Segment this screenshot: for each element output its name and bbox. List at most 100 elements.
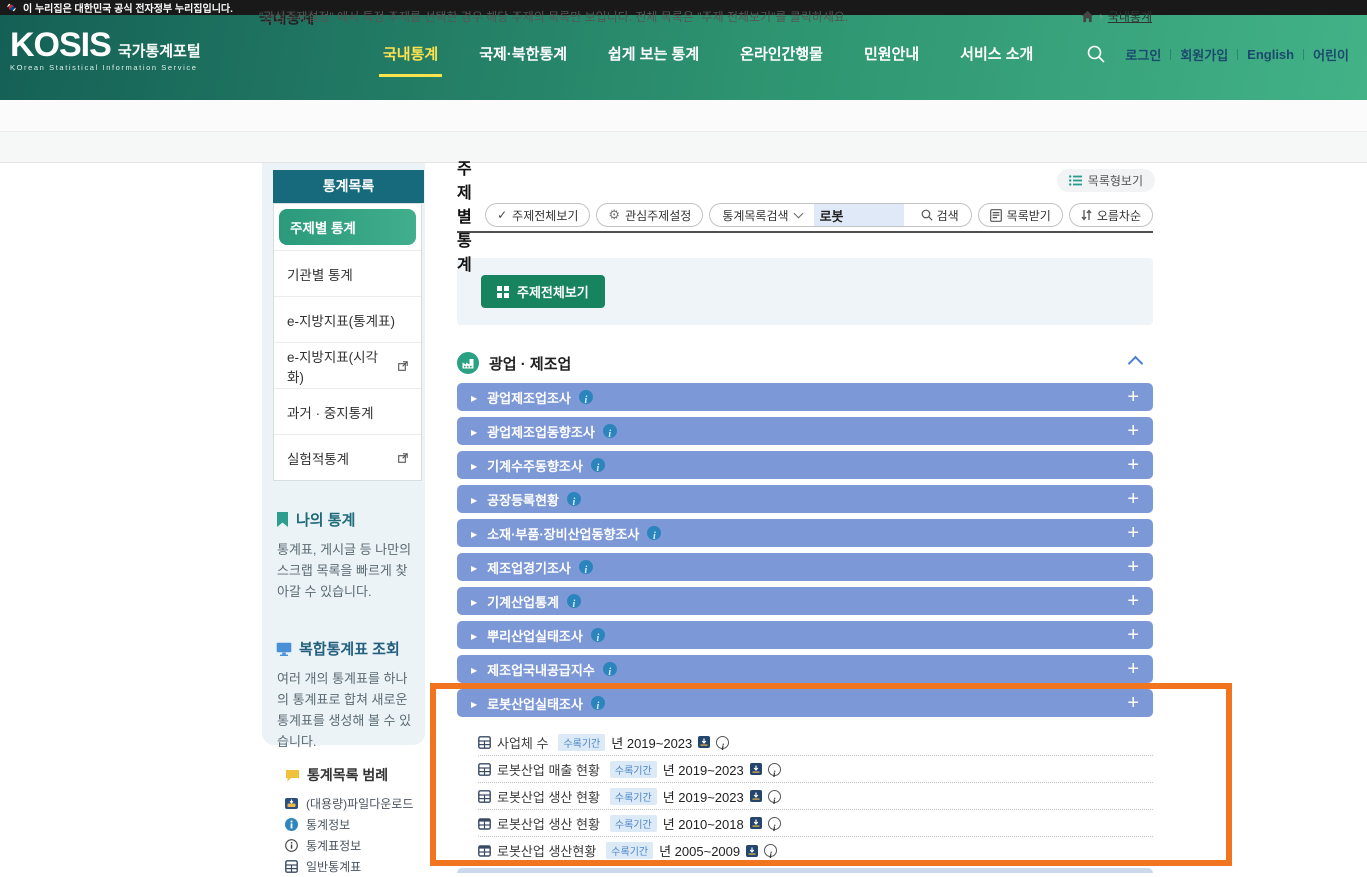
plus-icon[interactable] <box>1127 693 1139 714</box>
sidebar-item-label: 실험적통계 <box>287 448 349 468</box>
info-icon[interactable] <box>603 424 617 438</box>
survey-bar[interactable]: 기계수주동향조사 <box>457 451 1153 479</box>
nav-item-domestic[interactable]: 국내통계 <box>383 43 438 64</box>
period-value: 년 2019~2023 <box>611 733 692 752</box>
sidebar-item-by-agency[interactable]: 기관별 통계 <box>274 250 421 296</box>
legend-title-row: 통계목록 범례 <box>285 765 435 785</box>
external-link-icon <box>398 361 408 371</box>
plus-icon[interactable] <box>1127 625 1139 646</box>
breadcrumb-separator: › <box>1099 11 1102 22</box>
info-icon[interactable] <box>579 560 593 574</box>
list-view-button[interactable]: 목록형보기 <box>1057 169 1155 192</box>
nav-item-international[interactable]: 국제·북한통계 <box>479 43 567 64</box>
sidebar-item-experimental[interactable]: 실험적통계 <box>274 434 421 480</box>
nav-item-publications[interactable]: 온라인간행물 <box>740 43 823 64</box>
survey-bar[interactable]: 기계산업통계 <box>457 587 1153 615</box>
info-icon[interactable] <box>591 628 605 642</box>
kids-link[interactable]: 어린이 <box>1313 45 1349 64</box>
sidebar-item-elocal-table[interactable]: e-지방지표(통계표) <box>274 296 421 342</box>
info-icon[interactable] <box>579 390 593 404</box>
my-stats-title: 나의 통계 <box>296 509 355 530</box>
nav-item-about[interactable]: 서비스 소개 <box>960 43 1033 64</box>
search-button[interactable]: 검색 <box>909 207 971 224</box>
divider <box>1303 49 1304 60</box>
file-download-icon[interactable] <box>698 736 710 748</box>
page-title-strip <box>0 100 1367 132</box>
expand-triangle-icon <box>471 524 477 542</box>
plus-icon[interactable] <box>1127 659 1139 680</box>
survey-bar[interactable]: 광업제조업동향조사 <box>457 417 1153 445</box>
info-outline-icon[interactable] <box>716 736 729 749</box>
breadcrumb-current[interactable]: 국내통계 <box>1108 8 1152 25</box>
view-all-themes-button[interactable]: 주제전체보기 <box>485 203 590 227</box>
file-download-icon[interactable] <box>746 845 758 857</box>
signup-link[interactable]: 회원가입 <box>1180 45 1228 64</box>
plus-icon[interactable] <box>1127 523 1139 544</box>
sort-order-button[interactable]: 오름차순 <box>1069 203 1153 227</box>
info-outline-icon[interactable] <box>768 790 781 803</box>
main-content: 주제별 통계 주제전체보기 관심주제설정 통계목록검색 검색 <box>457 200 1153 864</box>
table-title[interactable]: 로봇산업 생산 현황 <box>497 787 600 806</box>
info-icon[interactable] <box>567 492 581 506</box>
home-icon[interactable] <box>1081 10 1094 23</box>
survey-bar[interactable]: 제조업국내공급지수 <box>457 655 1153 683</box>
survey-bar[interactable]: 광업제조업조사 <box>457 383 1153 411</box>
info-icon[interactable] <box>603 662 617 676</box>
plus-icon[interactable] <box>1127 387 1139 408</box>
kosis-logo[interactable]: KOSIS 국가통계포털 KOrean Statistical Informat… <box>10 30 201 72</box>
file-download-icon[interactable] <box>750 790 762 802</box>
login-link[interactable]: 로그인 <box>1125 45 1161 64</box>
nav-item-easy-stats[interactable]: 쉽게 보는 통계 <box>608 43 699 64</box>
table-title[interactable]: 사업체 수 <box>497 733 548 752</box>
info-outline-icon[interactable] <box>768 763 781 776</box>
my-stats-link[interactable]: 나의 통계 <box>276 509 416 530</box>
sidebar: 통계목록 주제별 통계 기관별 통계 e-지방지표(통계표) e-지방지표(시각… <box>262 163 425 745</box>
table-title[interactable]: 로봇산업 매출 현황 <box>497 760 600 779</box>
survey-bar[interactable]: 뿌리산업실태조사 <box>457 621 1153 649</box>
survey-list: 광업제조업조사 광업제조업동향조사 기계수주동향조사 공장등록현황 소재·부품·… <box>457 383 1153 717</box>
sidebar-item-label: 기관별 통계 <box>287 264 353 284</box>
plus-icon[interactable] <box>1127 455 1139 476</box>
info-icon[interactable] <box>591 696 605 710</box>
info-icon[interactable] <box>567 594 581 608</box>
search-input[interactable] <box>814 203 904 227</box>
table-row: 사업체 수 수록기간 년 2019~2023 <box>478 729 1153 756</box>
search-icon[interactable] <box>1086 44 1106 64</box>
survey-label: 소재·부품·장비산업동향조사 <box>487 524 639 543</box>
nav-item-civil-service[interactable]: 민원안내 <box>864 43 919 64</box>
download-list-button[interactable]: 목록받기 <box>978 203 1063 227</box>
theme-all-button[interactable]: 주제전체보기 <box>481 275 605 308</box>
table-row: 로봇산업 생산현황 수록기간 년 2005~2009 <box>478 837 1153 864</box>
file-download-icon[interactable] <box>750 763 762 775</box>
file-download-icon[interactable] <box>750 817 762 829</box>
survey-label: 광업제조업조사 <box>487 388 571 407</box>
survey-bar-robot-industry[interactable]: 로봇산업실태조사 <box>457 689 1153 717</box>
interest-theme-button[interactable]: 관심주제설정 <box>596 203 703 227</box>
period-value: 년 2019~2023 <box>663 760 744 779</box>
check-icon <box>497 208 507 222</box>
sidebar-item-past-stats[interactable]: 과거 · 중지통계 <box>274 388 421 434</box>
info-outline-icon[interactable] <box>768 817 781 830</box>
plus-icon[interactable] <box>1127 557 1139 578</box>
composite-link[interactable]: 복합통계표 조회 <box>276 638 416 659</box>
info-icon[interactable] <box>647 526 661 540</box>
chevron-up-icon[interactable] <box>1128 355 1144 371</box>
info-outline-icon[interactable] <box>764 844 777 857</box>
survey-bar[interactable]: 공장등록현황 <box>457 485 1153 513</box>
sidebar-item-elocal-visual[interactable]: e-지방지표(시각화) <box>274 342 421 388</box>
survey-bar[interactable]: 소재·부품·장비산업동향조사 <box>457 519 1153 547</box>
survey-bar[interactable]: 제조업경기조사 <box>457 553 1153 581</box>
info-filled-icon <box>285 818 298 831</box>
plus-icon[interactable] <box>1127 489 1139 510</box>
search-scope-dropdown[interactable]: 통계목록검색 <box>710 207 808 224</box>
legend-item-label: 통계표정보 <box>306 837 361 854</box>
info-icon[interactable] <box>591 458 605 472</box>
english-link[interactable]: English <box>1247 47 1294 62</box>
table-title[interactable]: 로봇산업 생산 현황 <box>497 814 600 833</box>
plus-icon[interactable] <box>1127 591 1139 612</box>
closed-table-icon <box>478 817 491 830</box>
legend-item: (대용량)파일다운로드 <box>285 793 435 814</box>
plus-icon[interactable] <box>1127 421 1139 442</box>
sidebar-item-by-theme[interactable]: 주제별 통계 <box>274 204 421 250</box>
table-title[interactable]: 로봇산업 생산현황 <box>497 841 596 860</box>
